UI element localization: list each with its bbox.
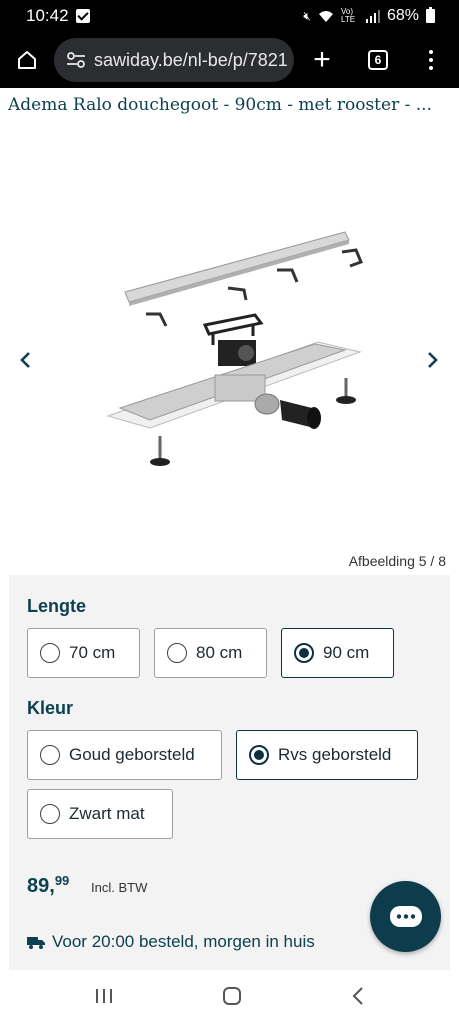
status-bar: 10:42 🔇︎ Vo) LTE 68%	[0, 0, 459, 32]
url-text: sawiday.be/nl-be/p/7821	[94, 49, 288, 70]
battery-icon	[426, 7, 435, 23]
browser-toolbar: sawiday.be/nl-be/p/7821 + 6	[0, 32, 459, 88]
radio-selected-icon	[294, 643, 314, 663]
chat-button[interactable]	[370, 881, 441, 952]
browser-menu-button[interactable]	[406, 32, 456, 88]
product-gallery[interactable]: Afbeelding 5 / 8	[0, 120, 459, 580]
color-option-goud-geborsteld[interactable]: Goud geborsteld	[27, 730, 222, 780]
radio-selected-icon	[249, 745, 269, 765]
chevron-right-icon	[428, 352, 438, 368]
system-navigation-bar	[0, 972, 459, 1024]
lte-icon: Vo) LTE	[340, 7, 356, 24]
delivery-info: Voor 20:00 besteld, morgen in huis	[27, 932, 315, 952]
mute-icon: 🔇︎	[303, 8, 311, 23]
tab-count: 6	[368, 50, 388, 70]
back-nav-button[interactable]	[351, 986, 365, 1011]
length-option-80[interactable]: 80 cm	[154, 628, 267, 678]
option-label: Rvs geborsteld	[278, 745, 392, 764]
option-label: Zwart mat	[69, 804, 145, 823]
option-label: 80 cm	[196, 643, 243, 662]
length-option-70[interactable]: 70 cm	[27, 628, 140, 678]
color-heading: Kleur	[27, 698, 74, 718]
chevron-left-icon	[20, 352, 30, 368]
clock: 10:42	[26, 6, 69, 25]
recent-apps-icon	[96, 988, 113, 1003]
delivery-text: Voor 20:00 besteld, morgen in huis	[52, 932, 315, 951]
recent-apps-button[interactable]	[94, 987, 114, 1010]
back-icon	[352, 986, 363, 1005]
vat-note: Incl. BTW	[91, 880, 148, 895]
home-button[interactable]	[0, 32, 54, 88]
tab-switcher-button[interactable]: 6	[350, 32, 406, 88]
radio-icon	[40, 804, 60, 824]
price: 89,99	[27, 873, 70, 897]
product-image	[106, 231, 363, 466]
length-heading: Lengte	[27, 596, 87, 616]
radio-icon	[40, 745, 60, 765]
site-settings-icon[interactable]	[66, 51, 86, 69]
home-nav-button[interactable]	[222, 986, 242, 1011]
home-icon	[18, 51, 36, 69]
option-label: 70 cm	[69, 643, 116, 662]
length-option-90[interactable]: 90 cm	[281, 628, 394, 678]
previous-image-button[interactable]	[10, 345, 40, 375]
wifi-icon	[318, 10, 333, 22]
signal-icon	[365, 9, 380, 23]
address-bar[interactable]: sawiday.be/nl-be/p/7821	[54, 38, 294, 82]
chat-icon	[389, 905, 422, 927]
color-option-rvs-geborsteld[interactable]: Rvs geborsteld	[236, 730, 418, 780]
color-option-zwart-mat[interactable]: Zwart mat	[27, 789, 173, 839]
home-nav-icon	[223, 986, 242, 1005]
product-title: Adema Ralo douchegoot - 90cm - met roost…	[8, 95, 432, 115]
checkbox-notification-icon	[75, 9, 90, 23]
truck-icon	[27, 937, 45, 949]
option-label: 90 cm	[323, 643, 370, 662]
new-tab-button[interactable]: +	[294, 32, 350, 88]
radio-icon	[167, 643, 187, 663]
next-image-button[interactable]	[418, 345, 448, 375]
option-label: Goud geborsteld	[69, 745, 195, 764]
radio-icon	[40, 643, 60, 663]
battery-level: 68%	[386, 7, 419, 24]
image-counter: Afbeelding 5 / 8	[348, 553, 446, 569]
